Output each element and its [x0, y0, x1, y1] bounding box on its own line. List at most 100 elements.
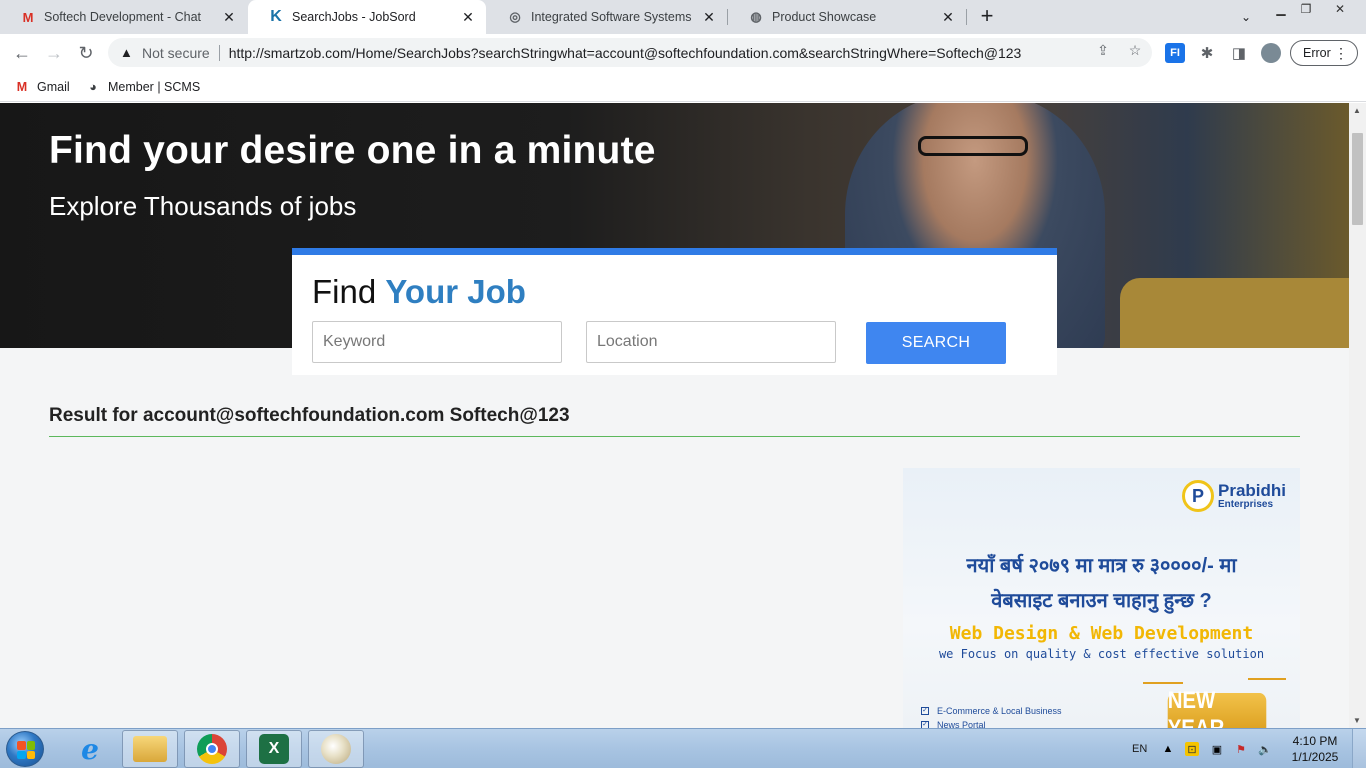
security-tray-icon[interactable]: ⊡ — [1185, 742, 1199, 756]
excel-icon[interactable]: X — [246, 730, 302, 768]
ad-line-1: नयाँ बर्ष २०७९ मा मात्र रु ३००००/- मा — [966, 555, 1237, 577]
globe-icon: ◍ — [750, 9, 762, 24]
keyword-input[interactable] — [312, 321, 562, 363]
language-indicator[interactable]: EN — [1132, 729, 1147, 768]
hero-subtitle: Explore Thousands of jobs — [49, 191, 357, 221]
ad-list-item: ✓ E-Commerce & Local Business — [921, 706, 1062, 716]
start-button[interactable] — [6, 731, 44, 767]
bookmark-star-icon[interactable]: ☆ — [1126, 41, 1144, 59]
ad-line-2: वेबसाइट बनाउन चाहानु हुन्छ ? — [991, 590, 1212, 612]
new-tab-button[interactable]: + — [976, 3, 998, 28]
system-clock[interactable]: 4:10 PM 1/1/2025 — [1276, 733, 1354, 765]
globe-icon: ◎ — [509, 9, 521, 24]
side-panel-icon[interactable]: ◨ — [1229, 43, 1249, 63]
scroll-up-icon[interactable]: ▲ — [1353, 106, 1361, 115]
windows-taskbar: e X EN ▲ ⊡ ▣ ⚑ 🔈 4:10 PM 1/1/2025 — [0, 728, 1366, 768]
more-vert-icon[interactable]: ⋮ — [1334, 45, 1348, 62]
prabidhi-logo: P Prabidhi Enterprises — [1182, 480, 1286, 512]
vertical-scrollbar[interactable]: ▲ ▼ — [1349, 103, 1366, 728]
close-icon[interactable]: ✕ — [940, 9, 956, 25]
new-year-badge: NEW YEAR — [1167, 687, 1267, 728]
brand-name: Prabidhi — [1218, 480, 1287, 500]
paint-icon[interactable] — [308, 730, 364, 768]
tab-softech-chat[interactable]: M Softech Development - Chat ✕ — [0, 0, 247, 34]
search-button[interactable]: SEARCH — [866, 322, 1006, 364]
extensions-puzzle-icon[interactable]: ✱ — [1197, 43, 1217, 63]
bookmark-member-scms[interactable]: ◕ Member | SCMS — [85, 77, 200, 97]
tab-integrated-software[interactable]: ◎ Integrated Software Systems ✕ — [487, 0, 727, 34]
restore-icon[interactable]: ❐ — [1293, 0, 1319, 18]
bookmark-label: Member | SCMS — [108, 80, 201, 94]
scrollbar-thumb[interactable] — [1352, 133, 1363, 225]
ad-tagline: we Focus on quality & cost effective sol… — [938, 647, 1265, 661]
browser-window: M Softech Development - Chat ✕ K SearchJ… — [0, 0, 1366, 768]
profile-error-button[interactable]: Error ⋮ — [1290, 40, 1358, 66]
profile-avatar[interactable] — [1261, 43, 1281, 63]
internet-explorer-icon[interactable]: e — [62, 730, 118, 768]
tab-separator — [966, 9, 967, 25]
gmail-icon: M — [22, 9, 34, 25]
location-input[interactable] — [586, 321, 836, 363]
globe-icon: ◕ — [89, 80, 97, 94]
job-search-card: Find Your Job SEARCH — [292, 248, 1057, 375]
bookmark-label: Gmail — [37, 80, 70, 94]
excel-glyph: X — [259, 734, 289, 764]
flag-alert-icon[interactable]: ⚑ — [1234, 742, 1248, 756]
tab-searchjobs[interactable]: K SearchJobs - JobSord ✕ — [248, 0, 486, 34]
close-icon[interactable]: ✕ — [221, 9, 237, 25]
show-hidden-icons-icon[interactable]: ▲ — [1161, 742, 1175, 756]
back-arrow-icon[interactable]: ← — [8, 39, 36, 67]
address-bar[interactable]: ▲ Not secure http://smartzob.com/Home/Se… — [108, 38, 1152, 67]
result-heading: Result for account@softechfoundation.com… — [49, 405, 570, 426]
minimize-icon[interactable]: ▁ — [1268, 0, 1294, 18]
search-heading-accent: Your Job — [385, 273, 526, 310]
brand-sub: Enterprises — [1218, 498, 1274, 510]
close-icon[interactable]: ✕ — [701, 9, 717, 25]
gmail-icon: M — [16, 80, 28, 94]
network-icon[interactable]: ▣ — [1210, 742, 1224, 756]
warning-triangle-icon[interactable]: ▲ — [120, 45, 136, 60]
ad-list-label: E-Commerce & Local Business — [937, 706, 1062, 716]
extension-fi-icon[interactable]: FI — [1165, 43, 1185, 63]
hero-photo-glasses — [918, 136, 1028, 156]
tab-search-chevron-icon[interactable]: ⌄ — [1237, 8, 1255, 26]
internet-explorer-glyph: e — [81, 732, 99, 766]
bookmark-gmail[interactable]: M Gmail — [14, 77, 70, 97]
jobsord-k-icon: K — [270, 8, 282, 25]
show-desktop-button[interactable] — [1352, 729, 1366, 768]
chrome-icon[interactable] — [184, 730, 240, 768]
share-icon[interactable]: ⇪ — [1094, 41, 1112, 59]
url-text[interactable]: http://smartzob.com/Home/SearchJobs?sear… — [229, 45, 1152, 61]
clock-time: 4:10 PM — [1292, 734, 1338, 748]
security-label[interactable]: Not secure — [142, 45, 210, 61]
result-divider — [49, 436, 1300, 437]
error-label: Error — [1303, 46, 1331, 60]
chrome-glyph — [197, 734, 227, 764]
file-explorer-icon[interactable] — [122, 730, 178, 768]
ad-streak — [1143, 682, 1183, 684]
reload-icon[interactable]: ↻ — [72, 39, 100, 67]
tab-title: Product Showcase — [772, 10, 877, 24]
bookmarks-bar: M Gmail ◕ Member | SCMS — [0, 72, 1366, 102]
advertisement-banner[interactable]: P Prabidhi Enterprises नयाँ बर्ष २०७९ मा… — [903, 468, 1300, 728]
browser-toolbar: ← → ↻ ▲ Not secure http://smartzob.com/H… — [0, 34, 1366, 72]
omnibox-divider — [218, 44, 220, 61]
checkbox-icon: ✓ — [921, 721, 929, 728]
forward-arrow-icon[interactable]: → — [40, 39, 68, 67]
ad-headline: Web Design & Web Development — [949, 623, 1254, 644]
windows-logo-icon — [17, 741, 35, 759]
ad-list-item: ✓ News Portal — [921, 720, 986, 728]
window-close-icon[interactable]: ✕ — [1327, 0, 1353, 18]
search-heading: Find Your Job — [312, 273, 526, 311]
hero-photo-chair — [1120, 278, 1349, 348]
clock-date: 1/1/2025 — [1291, 750, 1339, 764]
folder-glyph — [133, 736, 167, 762]
paint-palette-glyph — [321, 734, 351, 764]
scroll-down-icon[interactable]: ▼ — [1353, 716, 1361, 725]
tab-product-showcase[interactable]: ◍ Product Showcase ✕ — [728, 0, 966, 34]
close-icon[interactable]: ✕ — [460, 9, 476, 25]
volume-icon[interactable]: 🔈 — [1258, 742, 1272, 756]
tab-strip: M Softech Development - Chat ✕ K SearchJ… — [0, 0, 1366, 34]
ad-streak — [1248, 678, 1286, 680]
prabidhi-logo-mark: P — [1182, 480, 1214, 512]
